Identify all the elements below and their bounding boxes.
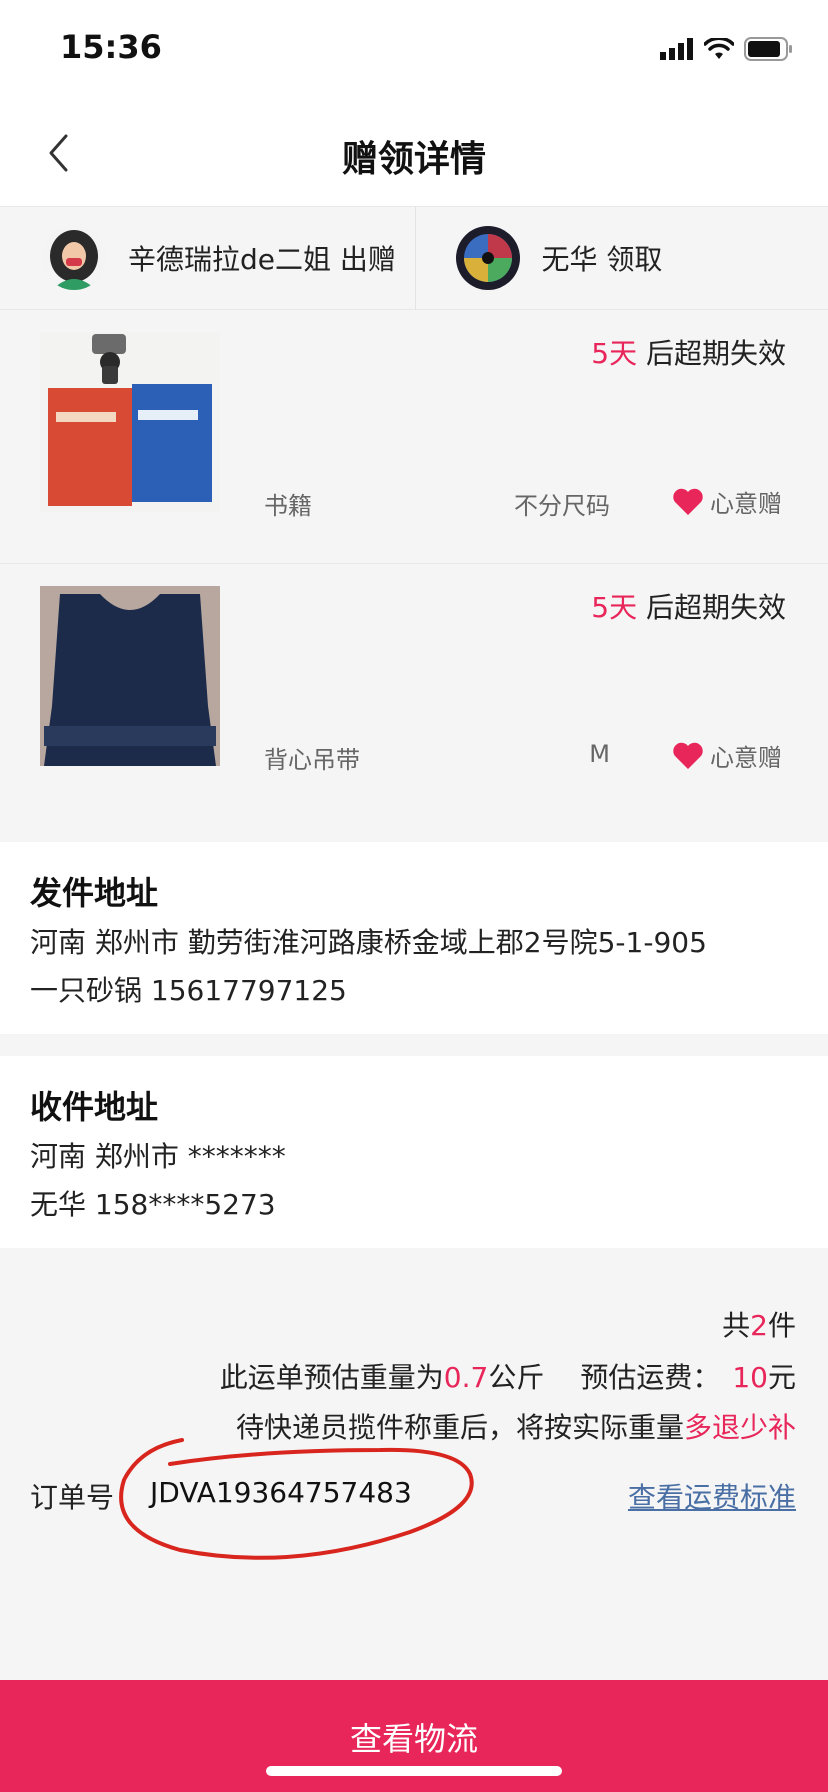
signal-icon — [660, 38, 693, 60]
receiver-avatar — [455, 226, 520, 290]
receive-address-card: 收件地址 河南 郑州市 ******* 无华 158****5273 — [0, 1056, 828, 1248]
send-address-line: 河南 郑州市 勤劳街淮河路康桥金域上郡2号院5-1-905 — [30, 926, 707, 959]
item-name: 书籍 — [264, 492, 312, 520]
expire-notice: 5天 后超期失效 — [591, 337, 786, 370]
receiver-contact: 无华 158****5273 — [30, 1188, 276, 1221]
status-icons — [660, 34, 794, 64]
heart-icon — [673, 742, 703, 769]
battery-icon — [744, 37, 792, 61]
gift-item[interactable]: 5天 后超期失效 书籍 不分尺码 心意赠 — [0, 310, 828, 564]
gift-item[interactable]: 5天 后超期失效 背心吊带 M 心意赠 — [0, 564, 828, 818]
item-size: M — [589, 740, 610, 768]
receive-address-title: 收件地址 — [30, 1088, 159, 1126]
receive-address-line: 河南 郑州市 ******* — [30, 1140, 286, 1173]
item-tag: 心意赠 — [672, 738, 782, 773]
fee-standard-link[interactable]: 查看运费标准 — [628, 1476, 796, 1516]
order-label: 订单号 — [30, 1481, 115, 1514]
sender-contact: 一只砂锅 15617797125 — [30, 974, 347, 1007]
giver-avatar — [42, 226, 106, 290]
receiver-info[interactable]: 无华 领取 — [416, 207, 828, 309]
giver-text: 辛德瑞拉de二姐 出赠 — [128, 243, 396, 276]
status-bar: 15:36 — [0, 0, 828, 100]
reweigh-note: 待快递员揽件称重后，将按实际重量多退少补 — [235, 1411, 796, 1444]
home-indicator — [266, 1766, 562, 1776]
status-time: 15:36 — [60, 28, 162, 66]
send-address-card: 发件地址 河南 郑州市 勤劳街淮河路康桥金域上郡2号院5-1-905 一只砂锅 … — [0, 842, 828, 1034]
receiver-text: 无华 领取 — [541, 243, 663, 276]
heart-icon — [673, 488, 703, 515]
item-size: 不分尺码 — [514, 492, 610, 520]
weight-fee-line: 此运单预估重量为0.7公斤 预估运费： 10元 — [219, 1361, 796, 1394]
item-count: 共2件 — [722, 1309, 796, 1342]
page-title: 赠领详情 — [341, 139, 486, 180]
wifi-icon — [704, 38, 734, 59]
giver-info[interactable]: 辛德瑞拉de二姐 出赠 — [0, 207, 416, 309]
shipping-summary: 共2件 此运单预估重量为0.7公斤 预估运费： 10元 待快递员揽件称重后，将按实际… — [0, 1248, 828, 1680]
send-address-title: 发件地址 — [30, 874, 159, 912]
order-number: JDVA19364757483 — [150, 1476, 412, 1509]
nav-bar: 赠领详情 — [0, 100, 828, 206]
expire-notice: 5天 后超期失效 — [591, 591, 786, 624]
parties-row: 辛德瑞拉de二姐 出赠 无华 领取 — [0, 206, 828, 310]
item-thumbnail-vest — [40, 586, 220, 766]
item-thumbnail-books — [40, 332, 220, 512]
item-tag: 心意赠 — [672, 484, 782, 519]
item-name: 背心吊带 — [264, 746, 360, 774]
